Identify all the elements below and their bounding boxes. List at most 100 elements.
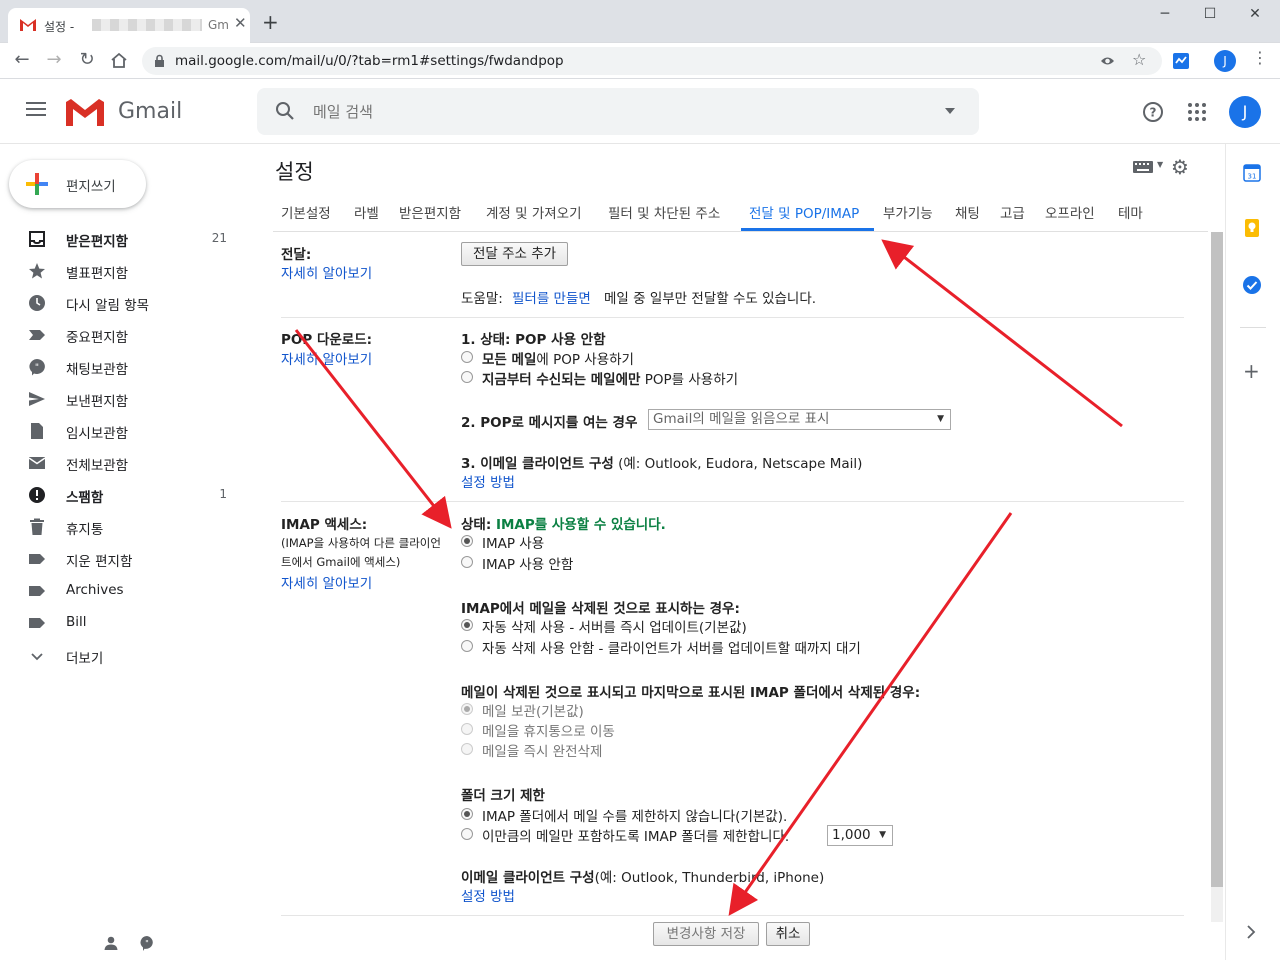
- sidebar-item-all-mail[interactable]: 전체보관함: [0, 447, 255, 479]
- save-changes-button[interactable]: 변경사항 저장: [653, 922, 759, 946]
- no-folder-limit-radio[interactable]: [461, 808, 473, 820]
- tab-advanced[interactable]: 고급: [1000, 202, 1025, 222]
- pop-action-select[interactable]: Gmail의 메일을 읽음으로 표시 ▼: [648, 409, 951, 430]
- new-tab-plus-icon[interactable]: +: [262, 12, 279, 32]
- bookmark-star-icon[interactable]: ☆: [1132, 50, 1146, 69]
- tab-filters-blocked[interactable]: 필터 및 차단된 주소: [608, 202, 720, 222]
- gmail-favicon-icon: [20, 18, 36, 31]
- spam-alert-icon: [29, 487, 45, 503]
- gmail-logo-icon[interactable]: [66, 99, 104, 126]
- sidebar-item-starred[interactable]: 별표편지함: [0, 255, 255, 287]
- folder-limit-heading: 폴더 크기 제한: [461, 788, 545, 804]
- imap-disable-radio[interactable]: [461, 556, 473, 568]
- sidebar-item-label: 전체보관함: [66, 458, 129, 474]
- add-forwarding-address-button[interactable]: 전달 주소 추가: [461, 242, 568, 266]
- sidebar-item-label: 중요편지함: [66, 330, 129, 346]
- profile-avatar[interactable]: J: [1214, 50, 1236, 72]
- chevron-right-icon[interactable]: [1246, 925, 1256, 939]
- address-bar[interactable]: mail.google.com/mail/u/0/?tab=rm1#settin…: [142, 47, 1162, 75]
- label-tag-icon: [29, 586, 45, 596]
- auto-expunge-off-radio[interactable]: [461, 640, 473, 652]
- account-avatar[interactable]: J: [1229, 96, 1261, 128]
- keyboard-icon[interactable]: [1133, 161, 1153, 173]
- calendar-icon[interactable]: 31: [1243, 164, 1261, 182]
- delete-forever-radio[interactable]: [461, 743, 473, 755]
- hangouts-chat-icon[interactable]: ": [139, 935, 155, 951]
- tab-general[interactable]: 기본설정: [281, 202, 331, 222]
- extension-eye-icon[interactable]: [1100, 54, 1115, 68]
- input-tools-dropdown-icon[interactable]: ▼: [1157, 160, 1163, 169]
- help-icon[interactable]: ?: [1142, 101, 1164, 123]
- add-addon-plus-icon[interactable]: +: [1243, 359, 1260, 383]
- folder-limit-label: 이만큼의 메일만 포함하도록 IMAP 폴더를 제한합니다.: [482, 829, 790, 845]
- tab-labels[interactable]: 라벨: [354, 202, 379, 222]
- arrow-to-pop-imap-tab: [881, 239, 1123, 428]
- reload-icon[interactable]: ↻: [76, 49, 98, 71]
- forwarding-title: 전달:: [281, 247, 312, 263]
- tab-forwarding-pop-imap[interactable]: 전달 및 POP/IMAP: [749, 202, 859, 222]
- cancel-button[interactable]: 취소: [766, 922, 810, 946]
- settings-gear-icon[interactable]: ⚙: [1171, 155, 1189, 179]
- move-to-trash-radio[interactable]: [461, 723, 473, 735]
- sidebar-item-snoozed[interactable]: 다시 알림 항목: [0, 287, 255, 319]
- auto-expunge-on-radio[interactable]: [461, 619, 473, 631]
- sidebar-item-important[interactable]: 중요편지함: [0, 319, 255, 351]
- create-filter-link[interactable]: 필터를 만들면: [512, 287, 591, 307]
- browser-menu-icon[interactable]: ⋮: [1252, 48, 1268, 67]
- sidebar-item-label: 임시보관함: [66, 426, 129, 442]
- imap-title: IMAP 액세스:: [281, 517, 368, 533]
- imap-learn-more-link[interactable]: 자세히 알아보기: [281, 572, 372, 592]
- search-input[interactable]: [313, 101, 913, 123]
- sidebar-item-chats[interactable]: " 채팅보관함: [0, 351, 255, 383]
- imap-setup-link[interactable]: 설정 방법: [461, 885, 515, 905]
- sidebar-item-label: Archives: [66, 582, 124, 598]
- tab-close-icon[interactable]: ✕: [234, 14, 247, 32]
- archive-radio[interactable]: [461, 703, 473, 715]
- tab-offline[interactable]: 오프라인: [1045, 202, 1095, 222]
- apps-grid-icon[interactable]: [1188, 103, 1206, 121]
- back-arrow-icon[interactable]: ←: [11, 49, 33, 71]
- side-panel: 31 +: [1225, 144, 1280, 960]
- browser-tab[interactable]: 설정 - Gm ✕: [8, 8, 250, 43]
- tab-themes[interactable]: 테마: [1118, 202, 1143, 222]
- settings-scrollbar-thumb[interactable]: [1211, 232, 1223, 887]
- contacts-person-icon[interactable]: [103, 935, 119, 951]
- sidebar-item-trash[interactable]: 휴지통: [0, 511, 255, 543]
- sidebar-item-spam[interactable]: 스팸함 1: [0, 479, 255, 511]
- folder-limit-radio[interactable]: [461, 828, 473, 840]
- pop-all-mail-radio[interactable]: [461, 351, 473, 363]
- forward-arrow-icon[interactable]: →: [43, 49, 65, 71]
- keep-bulb-icon[interactable]: [1244, 218, 1260, 238]
- tab-inbox[interactable]: 받은편지함: [399, 202, 461, 222]
- sidebar-item-archives[interactable]: Archives: [0, 575, 255, 607]
- minimize-icon[interactable]: ─: [1150, 6, 1180, 24]
- pop-new-mail-radio[interactable]: [461, 371, 473, 383]
- sidebar-item-inbox[interactable]: 받은편지함 21: [0, 223, 255, 255]
- sidebar-item-more[interactable]: 더보기: [0, 640, 255, 672]
- compose-label: 편지쓰기: [66, 179, 116, 195]
- extension-icon[interactable]: [1172, 52, 1190, 70]
- home-icon[interactable]: [110, 52, 128, 69]
- sidebar-item-drafts[interactable]: 임시보관함: [0, 415, 255, 447]
- tab-addons[interactable]: 부가기능: [883, 202, 933, 222]
- forwarding-learn-more-link[interactable]: 자세히 알아보기: [281, 262, 372, 282]
- sidebar-item-label: 휴지통: [66, 522, 104, 538]
- tab-chat[interactable]: 채팅: [955, 202, 980, 222]
- maximize-icon[interactable]: ☐: [1195, 6, 1225, 24]
- search-options-dropdown-icon[interactable]: [945, 108, 955, 114]
- folder-limit-select[interactable]: 1,000 ▼: [827, 825, 893, 846]
- label-tag-icon: [29, 554, 45, 564]
- pop-learn-more-link[interactable]: 자세히 알아보기: [281, 348, 372, 368]
- sidebar-item-sent[interactable]: 보낸편지함: [0, 383, 255, 415]
- tasks-check-icon[interactable]: [1242, 275, 1262, 295]
- search-bar[interactable]: [257, 88, 979, 135]
- window-close-icon[interactable]: ✕: [1240, 6, 1270, 24]
- compose-button[interactable]: 편지쓰기: [9, 160, 146, 208]
- sidebar-item-deleted-label[interactable]: 지운 편지함: [0, 543, 255, 575]
- main-menu-icon[interactable]: [26, 102, 46, 116]
- sidebar-item-bill[interactable]: Bill: [0, 607, 255, 639]
- search-icon[interactable]: [275, 101, 295, 121]
- pop-setup-link[interactable]: 설정 방법: [461, 471, 515, 491]
- tab-accounts-import[interactable]: 계정 및 가져오기: [486, 202, 582, 222]
- imap-enable-radio[interactable]: [461, 535, 473, 547]
